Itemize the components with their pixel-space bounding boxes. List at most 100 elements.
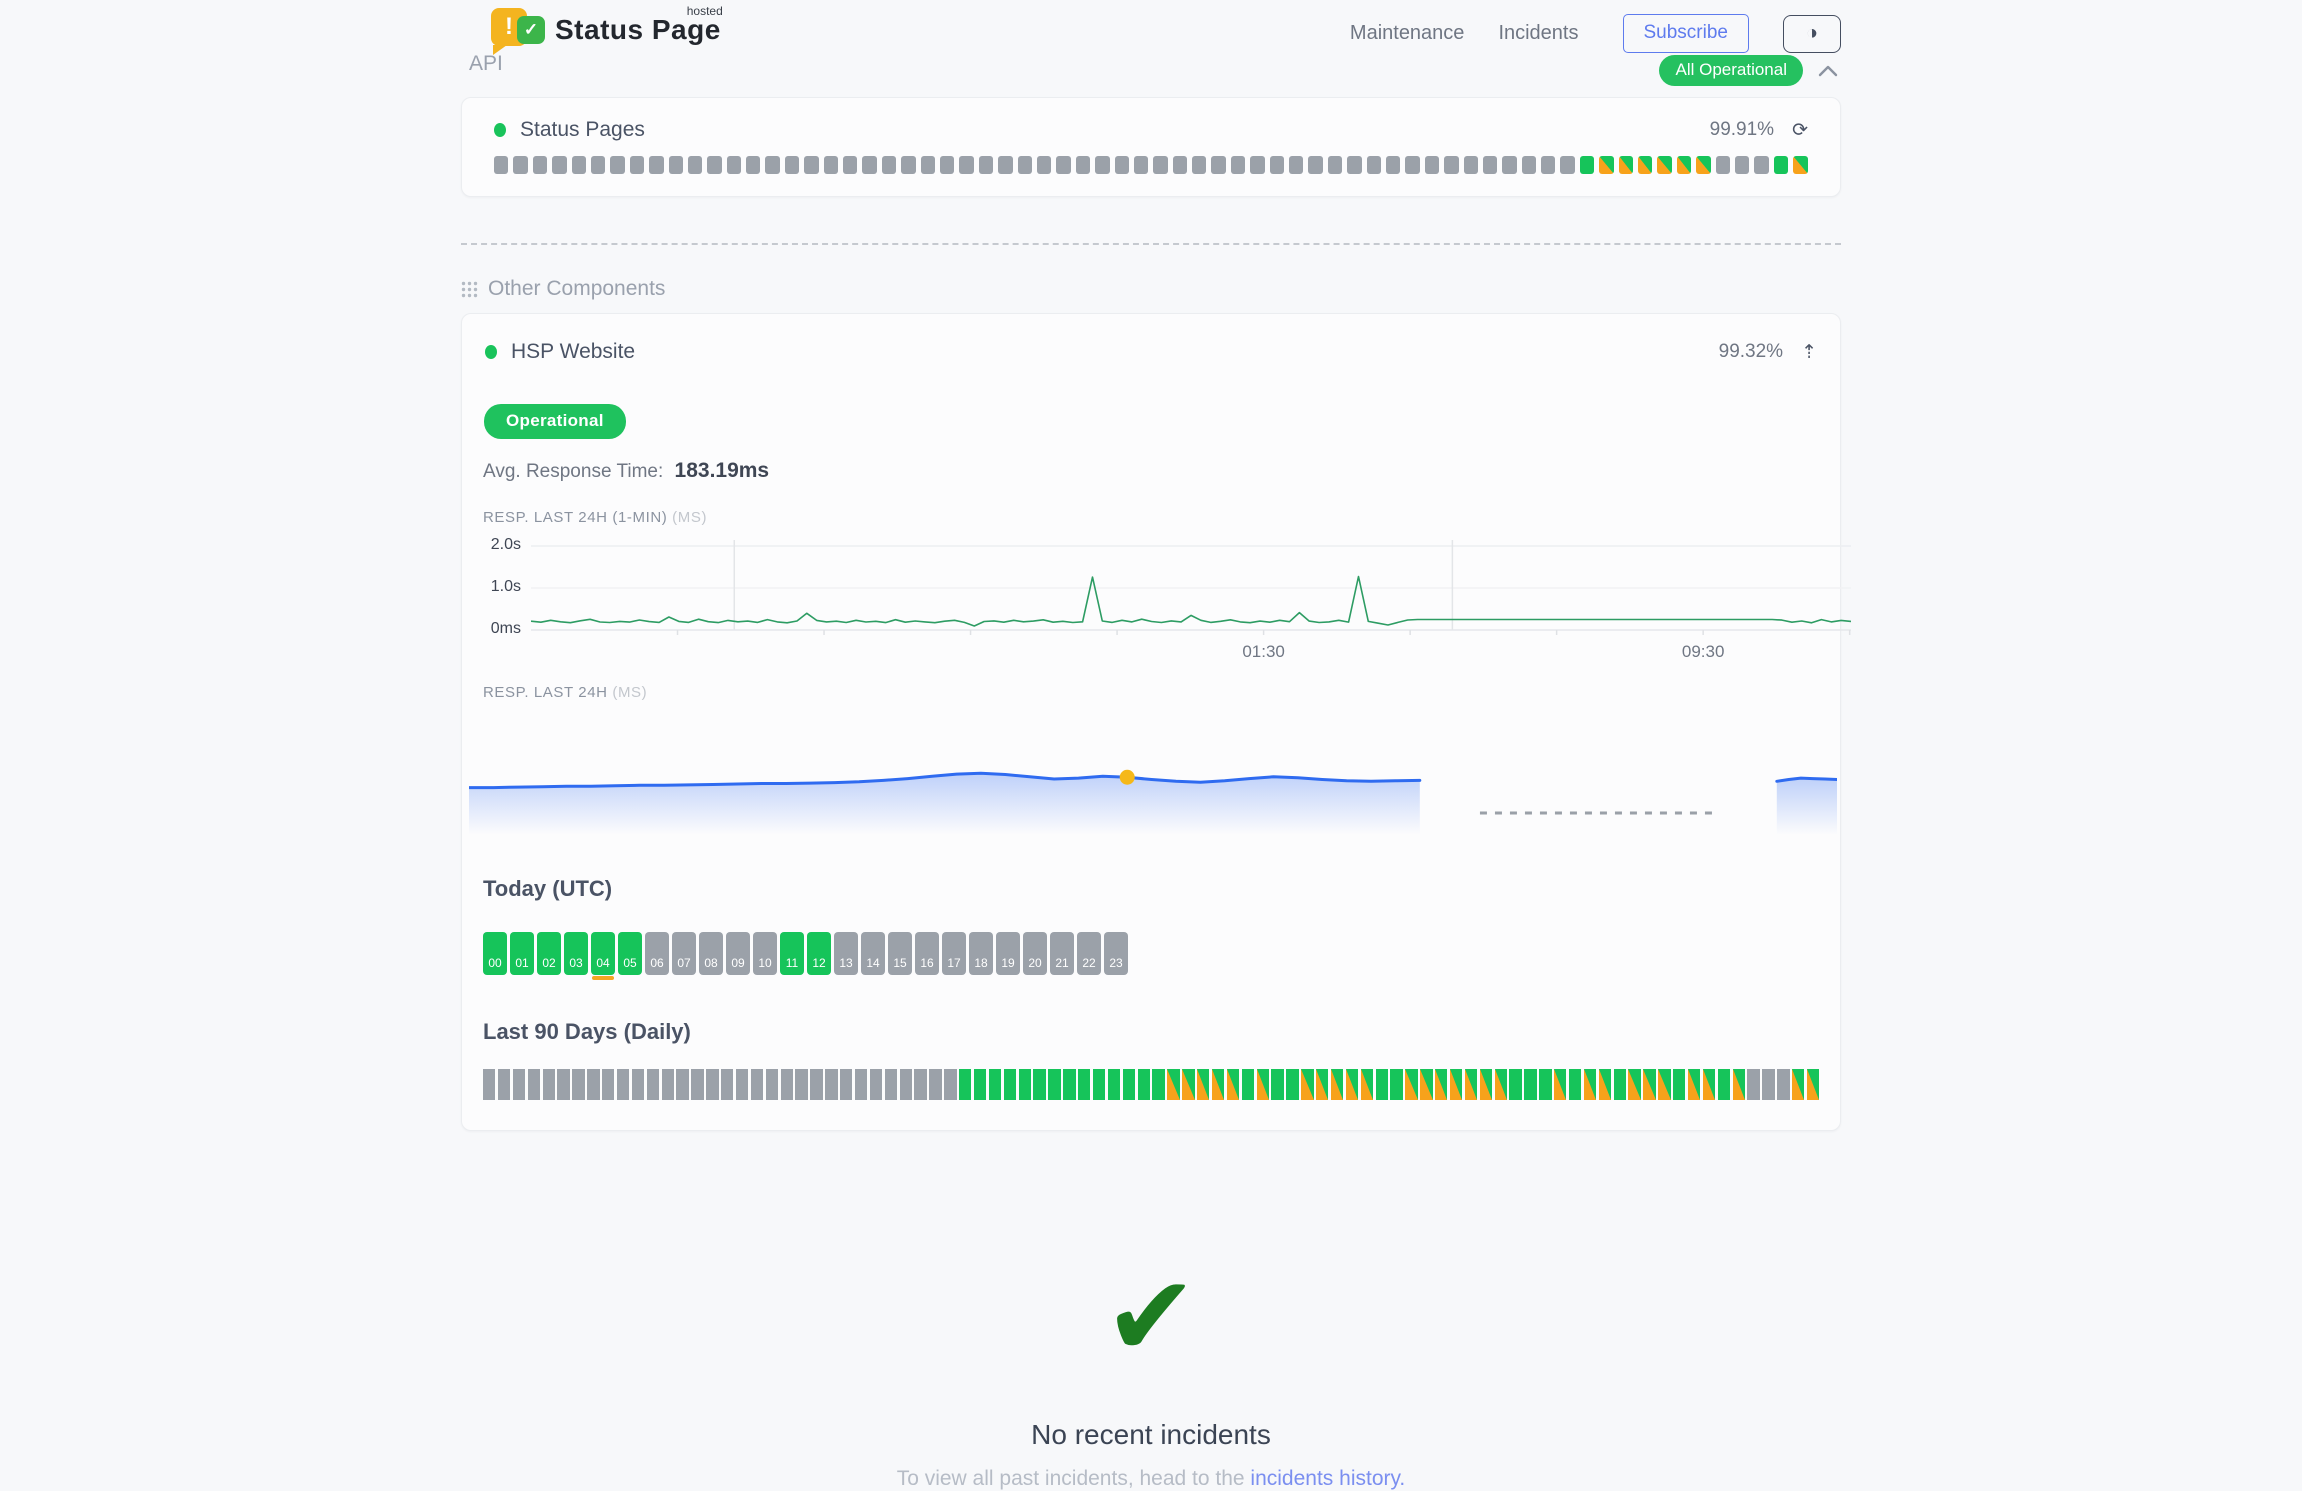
uptime-bar-na[interactable] <box>494 156 508 174</box>
day-bar-deg[interactable] <box>1405 1069 1417 1100</box>
day-bar-na[interactable] <box>557 1069 569 1100</box>
day-bar-deg[interactable] <box>1480 1069 1492 1100</box>
day-bar-deg[interactable] <box>1257 1069 1269 1100</box>
day-bar-deg[interactable] <box>1599 1069 1611 1100</box>
day-bar-na[interactable] <box>810 1069 822 1100</box>
day-bar-na[interactable] <box>617 1069 629 1100</box>
day-bar-deg[interactable] <box>1733 1069 1745 1100</box>
theme-toggle-button[interactable]: ◑ <box>1783 15 1841 53</box>
uptime-bar-na[interactable] <box>824 156 838 174</box>
subscribe-button[interactable]: Subscribe <box>1623 14 1750 53</box>
day-bar-na[interactable] <box>825 1069 837 1100</box>
hour-block-11[interactable]: 11 <box>780 932 804 975</box>
uptime-bar-na[interactable] <box>998 156 1012 174</box>
hour-block-02[interactable]: 02 <box>537 932 561 975</box>
uptime-bar-na[interactable] <box>1250 156 1264 174</box>
uptime-bar-na[interactable] <box>649 156 663 174</box>
day-bar-deg[interactable] <box>1495 1069 1507 1100</box>
day-bar-na[interactable] <box>632 1069 644 1100</box>
day-bar-na[interactable] <box>483 1069 495 1100</box>
uptime-bar-na[interactable] <box>1367 156 1381 174</box>
day-bar-deg[interactable] <box>1331 1069 1343 1100</box>
nav-maintenance[interactable]: Maintenance <box>1350 22 1465 45</box>
uptime-bar-na[interactable] <box>1211 156 1225 174</box>
uptime-bar-na[interactable] <box>1192 156 1206 174</box>
uptime-bar-na[interactable] <box>1328 156 1342 174</box>
day-bar-na[interactable] <box>572 1069 584 1100</box>
uptime-bar-na[interactable] <box>959 156 973 174</box>
uptime-bar-na[interactable] <box>1483 156 1497 174</box>
day-bar-deg[interactable] <box>1197 1069 1209 1100</box>
day-bar-up[interactable] <box>1569 1069 1581 1100</box>
day-bar-na[interactable] <box>1777 1069 1789 1100</box>
day-bar-deg[interactable] <box>1227 1069 1239 1100</box>
hour-block-23[interactable]: 23 <box>1104 932 1128 975</box>
collapse-up-arrow-icon[interactable]: ⇡ <box>1801 341 1817 364</box>
uptime-bar-na[interactable] <box>1037 156 1051 174</box>
day-bar-deg[interactable] <box>1212 1069 1224 1100</box>
day-bar-up[interactable] <box>959 1069 971 1100</box>
uptime-bar-na[interactable] <box>630 156 644 174</box>
uptime-bar-na[interactable] <box>1095 156 1109 174</box>
day-bar-up[interactable] <box>1539 1069 1551 1100</box>
uptime-bar-deg[interactable] <box>1677 156 1691 174</box>
uptime-bar-na[interactable] <box>882 156 896 174</box>
day-bar-na[interactable] <box>766 1069 778 1100</box>
day-bar-deg[interactable] <box>1465 1069 1477 1100</box>
day-bar-na[interactable] <box>662 1069 674 1100</box>
day-bar-deg[interactable] <box>1450 1069 1462 1100</box>
hour-block-03[interactable]: 03 <box>564 932 588 975</box>
day-bar-deg[interactable] <box>1658 1069 1670 1100</box>
hour-block-17[interactable]: 17 <box>942 932 966 975</box>
uptime-bar-na[interactable] <box>843 156 857 174</box>
day-bar-up[interactable] <box>1123 1069 1135 1100</box>
day-bar-na[interactable] <box>840 1069 852 1100</box>
day-bar-up[interactable] <box>1019 1069 1031 1100</box>
hour-block-20[interactable]: 20 <box>1023 932 1047 975</box>
uptime-bar-na[interactable] <box>688 156 702 174</box>
uptime-bar-na[interactable] <box>1153 156 1167 174</box>
day-bar-na[interactable] <box>855 1069 867 1100</box>
uptime-bar-na[interactable] <box>1425 156 1439 174</box>
day-bar-deg[interactable] <box>1807 1069 1819 1100</box>
latest-point-marker[interactable] <box>1120 770 1135 785</box>
day-bar-na[interactable] <box>647 1069 659 1100</box>
day-bar-up[interactable] <box>1004 1069 1016 1100</box>
uptime-bar-na[interactable] <box>1405 156 1419 174</box>
day-bar-up[interactable] <box>1093 1069 1105 1100</box>
uptime-bar-na[interactable] <box>727 156 741 174</box>
day-bar-up[interactable] <box>1614 1069 1626 1100</box>
uptime-bar-deg[interactable] <box>1793 156 1807 174</box>
uptime-bar-up[interactable] <box>1580 156 1594 174</box>
day-bar-na[interactable] <box>944 1069 956 1100</box>
day-bar-na[interactable] <box>870 1069 882 1100</box>
day-bar-na[interactable] <box>795 1069 807 1100</box>
hour-block-01[interactable]: 01 <box>510 932 534 975</box>
uptime-bar-na[interactable] <box>862 156 876 174</box>
day-bar-up[interactable] <box>989 1069 1001 1100</box>
day-bar-na[interactable] <box>900 1069 912 1100</box>
day-bar-up[interactable] <box>1286 1069 1298 1100</box>
day-bar-na[interactable] <box>736 1069 748 1100</box>
uptime-bar-na[interactable] <box>1018 156 1032 174</box>
day-bar-na[interactable] <box>513 1069 525 1100</box>
uptime-bar-na[interactable] <box>513 156 527 174</box>
uptime-bar-deg[interactable] <box>1619 156 1633 174</box>
hour-block-14[interactable]: 14 <box>861 932 885 975</box>
hour-block-22[interactable]: 22 <box>1077 932 1101 975</box>
uptime-bar-na[interactable] <box>1134 156 1148 174</box>
hour-block-16[interactable]: 16 <box>915 932 939 975</box>
uptime-bar-na[interactable] <box>1270 156 1284 174</box>
day-bar-deg[interactable] <box>1420 1069 1432 1100</box>
day-bar-na[interactable] <box>721 1069 733 1100</box>
uptime-bar-na[interactable] <box>1386 156 1400 174</box>
uptime-bar-na[interactable] <box>785 156 799 174</box>
uptime-bar-na[interactable] <box>940 156 954 174</box>
uptime-bar-na[interactable] <box>921 156 935 174</box>
day-bar-deg[interactable] <box>1703 1069 1715 1100</box>
hour-block-07[interactable]: 07 <box>672 932 696 975</box>
hour-block-13[interactable]: 13 <box>834 932 858 975</box>
day-bar-deg[interactable] <box>1584 1069 1596 1100</box>
day-bar-na[interactable] <box>781 1069 793 1100</box>
hour-block-05[interactable]: 05 <box>618 932 642 975</box>
